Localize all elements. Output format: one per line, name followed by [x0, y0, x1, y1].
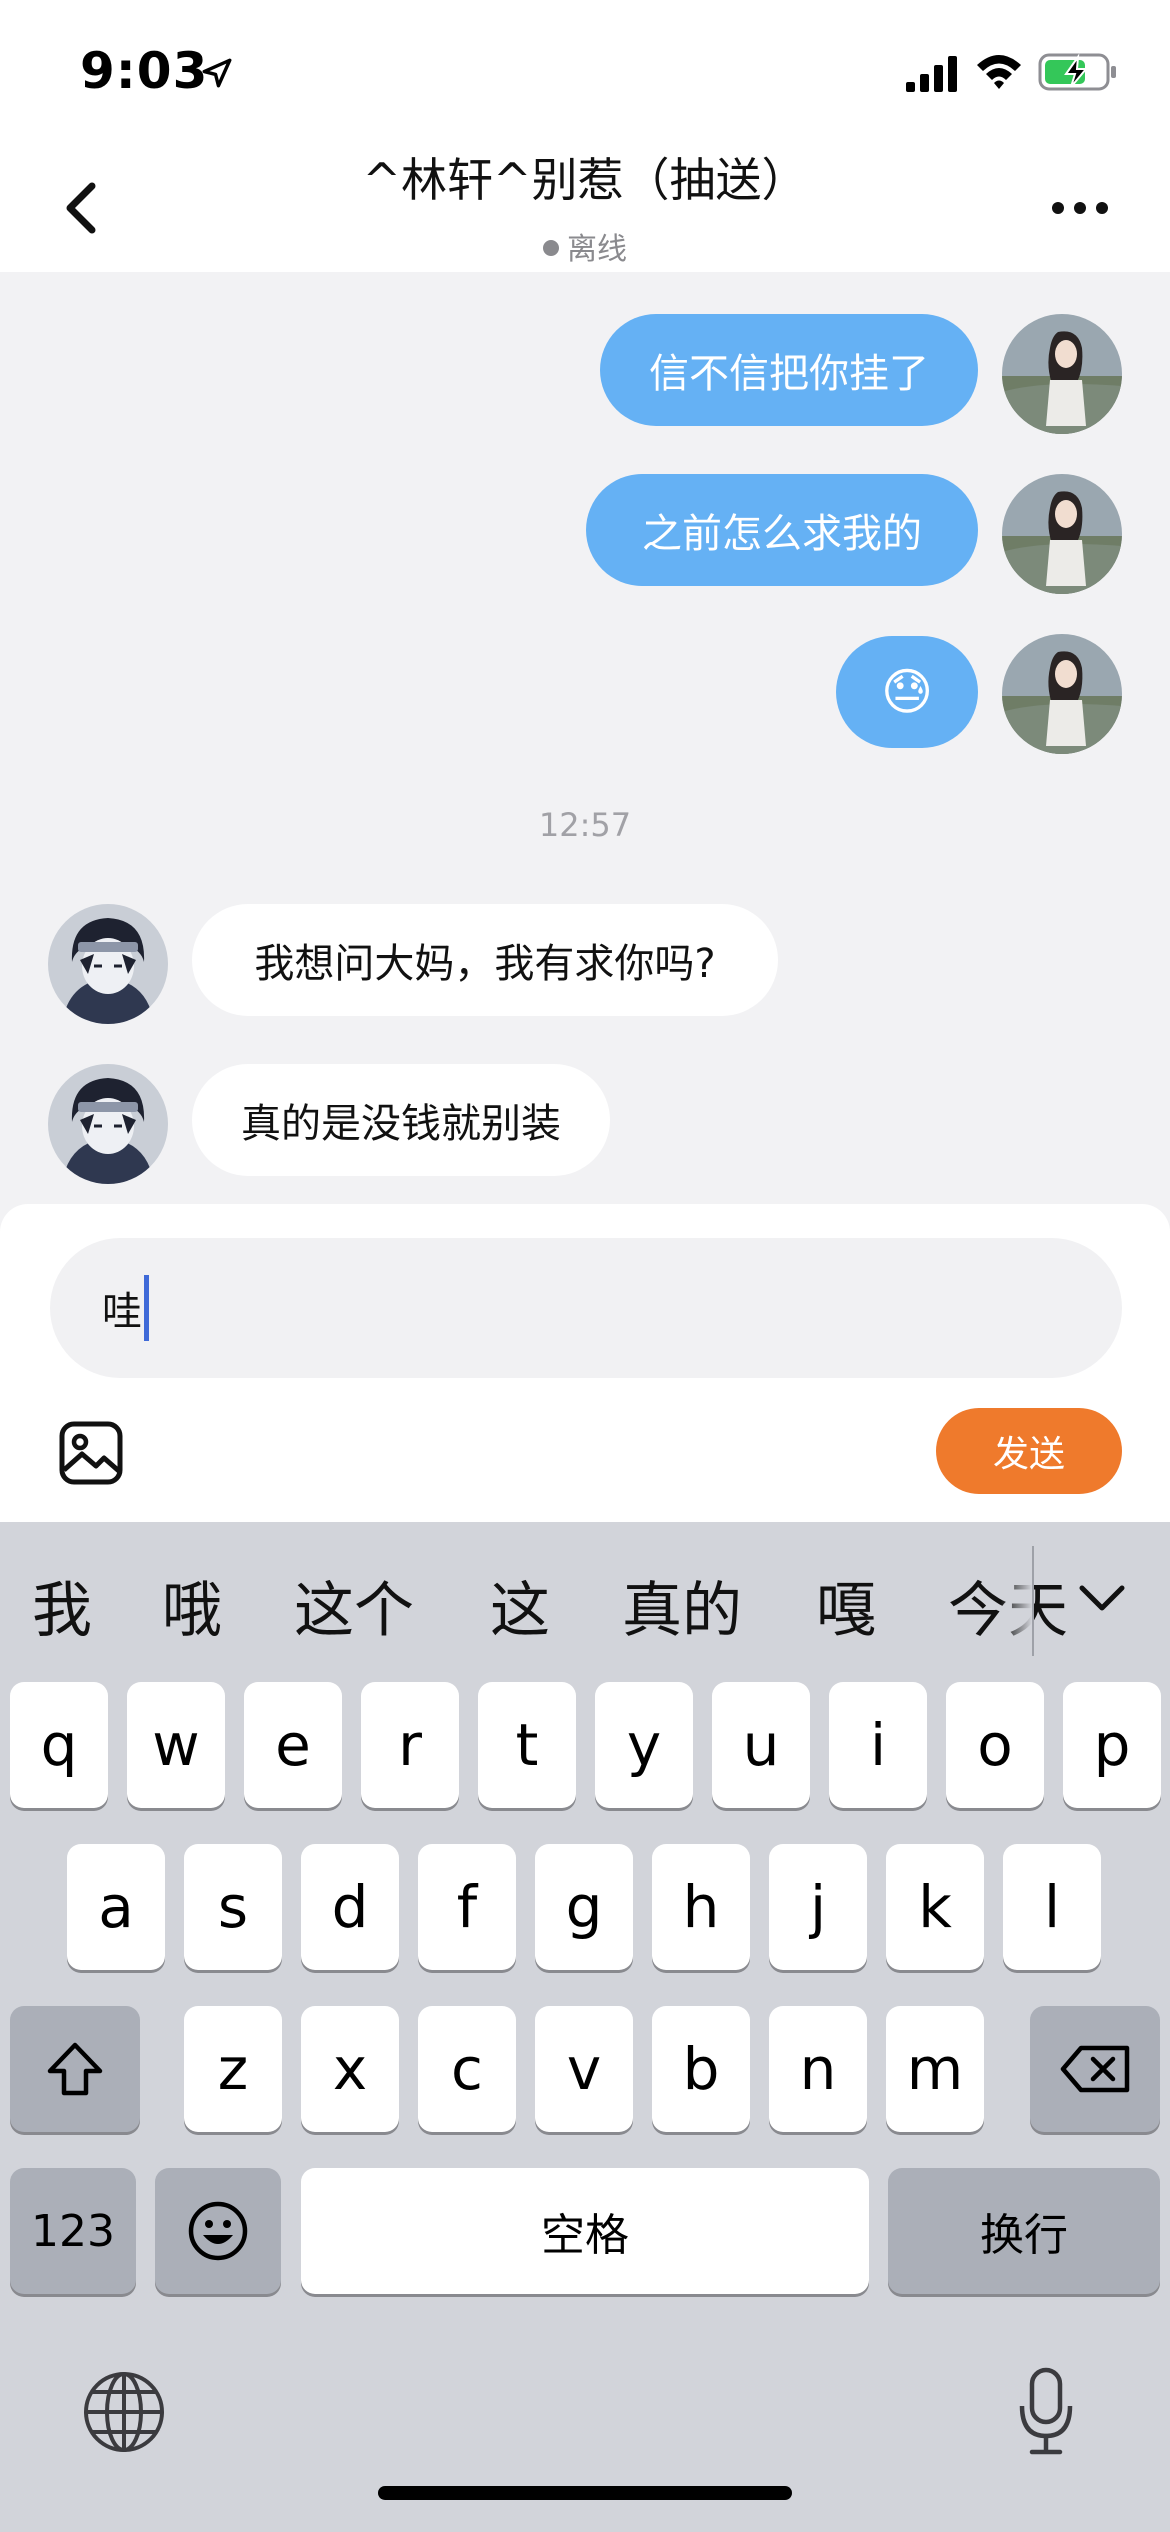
- space-key[interactable]: 空格: [301, 2168, 869, 2294]
- message-input-value: 哇: [102, 1289, 142, 1335]
- message-text: 之前怎么求我的: [642, 511, 922, 557]
- chat-header: ^林轩^别惹（抽送） 离线: [0, 140, 1170, 272]
- key-y[interactable]: y: [595, 1682, 693, 1808]
- candidate-divider: [1032, 1546, 1034, 1656]
- status-time: 9:03: [80, 42, 209, 100]
- key-t[interactable]: t: [478, 1682, 576, 1808]
- avatar-contact[interactable]: [48, 1064, 168, 1184]
- key-h[interactable]: h: [652, 1844, 750, 1970]
- avatar-self[interactable]: [1002, 474, 1122, 594]
- more-options-icon[interactable]: [1050, 200, 1110, 216]
- location-arrow-icon: [202, 58, 232, 88]
- candidate-word[interactable]: 嘎: [816, 1562, 876, 1649]
- key-q[interactable]: q: [10, 1682, 108, 1808]
- key-z[interactable]: z: [184, 2006, 282, 2132]
- backspace-key[interactable]: [1030, 2006, 1160, 2132]
- backspace-icon: [1060, 2045, 1130, 2093]
- key-j[interactable]: j: [769, 1844, 867, 1970]
- return-key[interactable]: 换行: [888, 2168, 1160, 2294]
- message-timestamp: 12:57: [538, 806, 632, 844]
- message-bubble-incoming[interactable]: 真的是没钱就别装: [192, 1064, 610, 1176]
- key-l[interactable]: l: [1003, 1844, 1101, 1970]
- keyboard: 我 哦 这个 这 真的 嘎 今天 q w e r t y u i o p a s…: [0, 1522, 1170, 2532]
- candidate-word[interactable]: 这个: [294, 1562, 414, 1649]
- key-x[interactable]: x: [301, 2006, 399, 2132]
- home-indicator: [378, 2486, 792, 2500]
- candidate-word[interactable]: 这: [490, 1562, 550, 1649]
- message-list[interactable]: 信不信把你挂了 之前怎么求我的 😓 12:57 我想问大妈，我有求你吗? 真的是…: [0, 272, 1170, 1204]
- candidate-word[interactable]: 哦: [162, 1562, 222, 1649]
- key-n[interactable]: n: [769, 2006, 867, 2132]
- wifi-icon: [977, 55, 1021, 89]
- message-bubble-outgoing[interactable]: 信不信把你挂了: [600, 314, 978, 426]
- shift-arrow-icon: [47, 2042, 103, 2096]
- globe-icon[interactable]: [82, 2370, 166, 2454]
- key-g[interactable]: g: [535, 1844, 633, 1970]
- key-p[interactable]: p: [1063, 1682, 1161, 1808]
- presence-label: 离线: [567, 232, 627, 267]
- key-b[interactable]: b: [652, 2006, 750, 2132]
- message-input[interactable]: 哇: [50, 1238, 1122, 1378]
- avatar-self[interactable]: [1002, 314, 1122, 434]
- key-w[interactable]: w: [127, 1682, 225, 1808]
- offline-dot-icon: [543, 240, 559, 256]
- avatar-self[interactable]: [1002, 634, 1122, 754]
- battery-charging-icon: [1038, 53, 1116, 91]
- key-e[interactable]: e: [244, 1682, 342, 1808]
- key-d[interactable]: d: [301, 1844, 399, 1970]
- emoji-icon: [188, 2201, 248, 2261]
- chevron-down-icon[interactable]: [1076, 1578, 1128, 1618]
- candidate-word[interactable]: 我: [32, 1562, 92, 1649]
- send-button[interactable]: 发送: [936, 1408, 1122, 1494]
- message-text: 信不信把你挂了: [649, 351, 929, 397]
- key-c[interactable]: c: [418, 2006, 516, 2132]
- key-m[interactable]: m: [886, 2006, 984, 2132]
- key-u[interactable]: u: [712, 1682, 810, 1808]
- message-text: 我想问大妈，我有求你吗?: [254, 941, 716, 987]
- key-a[interactable]: a: [67, 1844, 165, 1970]
- cellular-signal-icon: [906, 56, 957, 92]
- message-bubble-outgoing[interactable]: 😓: [836, 636, 978, 748]
- message-bubble-outgoing[interactable]: 之前怎么求我的: [586, 474, 978, 586]
- microphone-icon[interactable]: [1014, 2366, 1078, 2458]
- key-i[interactable]: i: [829, 1682, 927, 1808]
- message-text: 真的是没钱就别装: [241, 1101, 561, 1147]
- chat-title: ^林轩^别惹（抽送）: [362, 153, 808, 207]
- message-composer: 哇 发送: [0, 1204, 1170, 1522]
- key-f[interactable]: f: [418, 1844, 516, 1970]
- numbers-key[interactable]: 123: [10, 2168, 136, 2294]
- candidate-fade: [1000, 1522, 1032, 1674]
- candidate-bar: 我 哦 这个 这 真的 嘎 今天: [0, 1522, 1170, 1674]
- key-v[interactable]: v: [535, 2006, 633, 2132]
- candidate-word[interactable]: 真的: [622, 1562, 742, 1649]
- image-picker-icon[interactable]: [58, 1420, 124, 1486]
- message-bubble-incoming[interactable]: 我想问大妈，我有求你吗?: [192, 904, 778, 1016]
- key-r[interactable]: r: [361, 1682, 459, 1808]
- key-o[interactable]: o: [946, 1682, 1044, 1808]
- key-k[interactable]: k: [886, 1844, 984, 1970]
- text-caret: [144, 1275, 149, 1341]
- message-emoji: 😓: [880, 663, 934, 721]
- status-bar: 9:03: [0, 0, 1170, 140]
- key-s[interactable]: s: [184, 1844, 282, 1970]
- presence-status: 离线: [0, 224, 1170, 268]
- emoji-key[interactable]: [155, 2168, 281, 2294]
- avatar-contact[interactable]: [48, 904, 168, 1024]
- shift-key[interactable]: [10, 2006, 140, 2132]
